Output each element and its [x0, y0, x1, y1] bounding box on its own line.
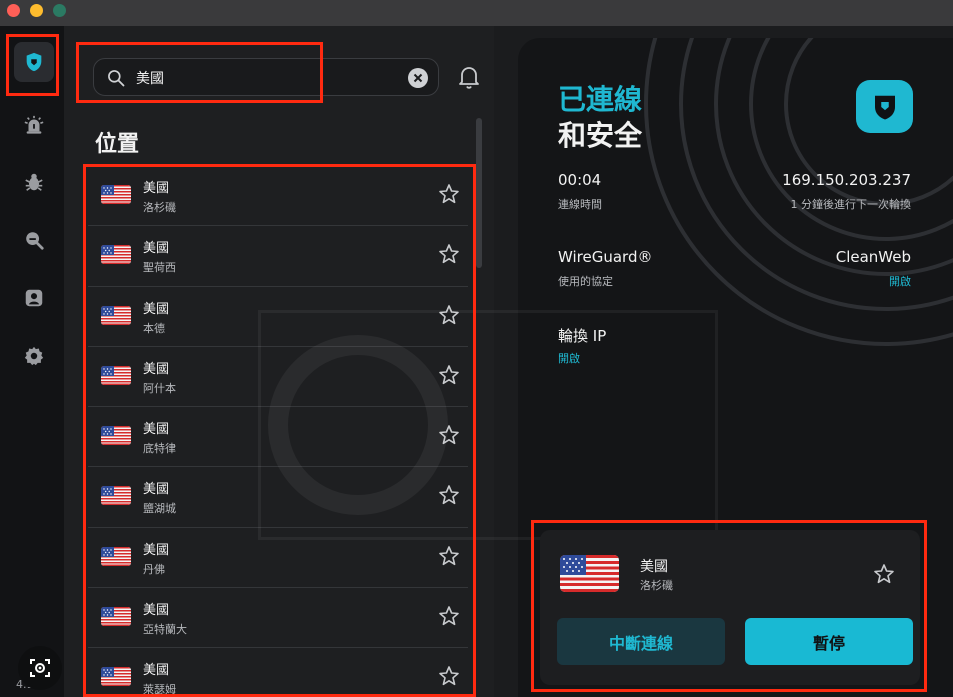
- current-city: 洛杉磯: [640, 579, 673, 592]
- search-input[interactable]: 美國: [136, 68, 164, 88]
- us-flag-icon: [101, 185, 131, 204]
- us-flag-icon: [560, 555, 619, 592]
- sidebar-item-data-leak[interactable]: [14, 220, 54, 260]
- sidebar: 4.12.3: [0, 26, 64, 697]
- bell-icon[interactable]: [457, 64, 481, 90]
- location-country: 美國: [143, 361, 170, 377]
- alarm-icon: [24, 115, 44, 134]
- connection-duration: 00:04: [558, 171, 602, 189]
- cleanweb-state[interactable]: 開啟: [889, 273, 911, 289]
- current-location-card: 美國 洛杉磯 中斷連線 暫停: [540, 530, 920, 685]
- location-country: 美國: [143, 422, 170, 438]
- minimize-window-button[interactable]: [30, 4, 43, 17]
- zoom-window-button[interactable]: [53, 4, 66, 17]
- us-flag-icon: [101, 546, 131, 566]
- location-city: 本德: [143, 321, 165, 335]
- sidebar-item-settings[interactable]: [14, 336, 54, 376]
- location-city: 萊瑟姆: [143, 683, 176, 697]
- location-city: 阿什本: [143, 381, 176, 395]
- us-flag-icon: [101, 245, 131, 265]
- ip-rotation-label: 1 分鐘後進行下一次輪換: [790, 198, 912, 211]
- location-row[interactable]: 美國 萊瑟姆: [88, 648, 468, 697]
- location-row[interactable]: 美國 聖荷西: [88, 226, 468, 287]
- sidebar-item-vpn[interactable]: [14, 42, 54, 82]
- location-country: 美國: [143, 241, 170, 257]
- us-flag-icon: [101, 426, 131, 446]
- star-icon[interactable]: [437, 664, 461, 688]
- us-flag-icon: [101, 305, 131, 325]
- location-city: 聖荷西: [143, 261, 176, 275]
- status-connected: 已連線: [558, 83, 643, 116]
- location-country: 美國: [143, 542, 170, 558]
- star-icon[interactable]: [437, 182, 461, 206]
- pause-button[interactable]: 暫停: [745, 618, 913, 665]
- vpn-shield-logo: [856, 80, 913, 133]
- gear-icon: [24, 346, 44, 366]
- location-city: 丹佛: [143, 562, 165, 576]
- star-icon[interactable]: [872, 562, 896, 586]
- sidebar-item-account[interactable]: [14, 278, 54, 318]
- shield-icon: [874, 95, 895, 119]
- watermark-logo: [258, 310, 718, 540]
- user-icon: [25, 289, 43, 307]
- disconnect-button[interactable]: 中斷連線: [557, 618, 725, 665]
- us-flag-icon: [101, 486, 131, 506]
- search-box[interactable]: 美國: [93, 58, 439, 96]
- star-icon[interactable]: [437, 544, 461, 568]
- clear-search-button[interactable]: [408, 68, 428, 88]
- shield-icon: [26, 52, 42, 72]
- search-icon: [108, 70, 125, 87]
- screenshot-lens-button[interactable]: [18, 646, 62, 690]
- ip-address: 169.150.203.237: [782, 171, 911, 189]
- location-row[interactable]: 美國 洛杉磯: [88, 166, 468, 227]
- location-country: 美國: [143, 603, 170, 619]
- location-city: 鹽湖城: [143, 502, 176, 516]
- sidebar-item-antivirus[interactable]: [14, 162, 54, 202]
- us-flag-icon: [101, 607, 131, 627]
- connection-duration-label: 連線時間: [558, 198, 602, 211]
- camera-scan-icon: [30, 659, 50, 677]
- protocol-value: WireGuard®: [558, 248, 653, 266]
- us-flag-icon: [101, 667, 131, 687]
- location-city: 洛杉磯: [143, 201, 176, 214]
- sidebar-item-alerts[interactable]: [14, 105, 54, 145]
- location-country: 美國: [143, 482, 170, 498]
- location-country: 美國: [143, 181, 170, 196]
- star-icon[interactable]: [437, 604, 461, 628]
- list-scrollbar[interactable]: [476, 118, 482, 268]
- status-secure: 和安全: [558, 119, 643, 152]
- location-country: 美國: [143, 663, 170, 679]
- location-city: 底特律: [143, 442, 176, 456]
- close-icon: [413, 73, 423, 83]
- star-icon[interactable]: [437, 242, 461, 266]
- bug-icon: [25, 173, 43, 191]
- location-country: 美國: [143, 301, 170, 317]
- current-country: 美國: [640, 559, 668, 575]
- us-flag-icon: [101, 365, 131, 385]
- cleanweb-label: CleanWeb: [835, 248, 911, 266]
- location-row[interactable]: 美國 亞特蘭大: [88, 588, 468, 649]
- close-window-button[interactable]: [7, 4, 20, 17]
- search-scan-icon: [26, 232, 44, 250]
- protocol-label: 使用的協定: [558, 275, 613, 288]
- location-city: 亞特蘭大: [143, 623, 187, 637]
- section-title-locations: 位置: [95, 132, 140, 157]
- window-titlebar: [0, 0, 953, 26]
